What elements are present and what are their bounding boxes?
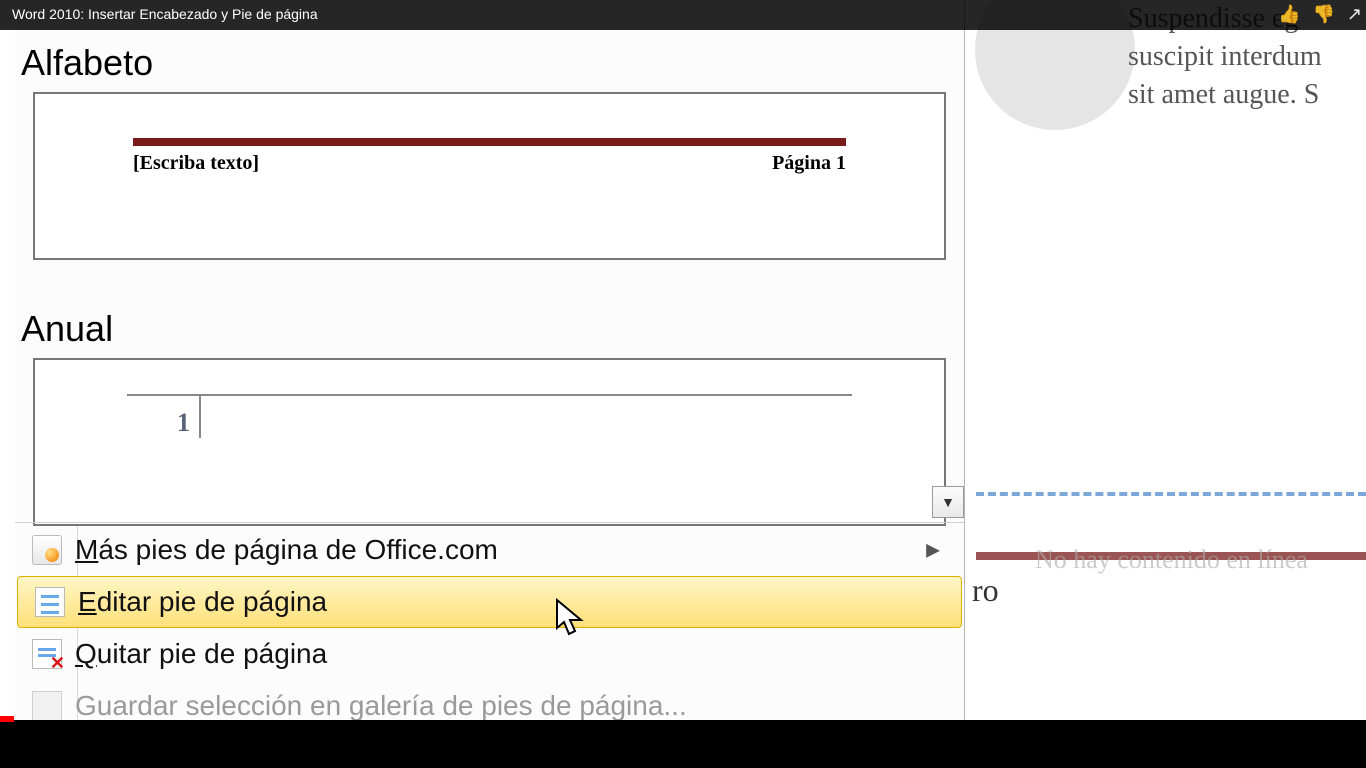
no-online-content-text: No hay contenido en línea xyxy=(1035,545,1308,575)
thumbs-up-icon[interactable]: 👍 xyxy=(1278,4,1300,25)
menu-save-to-gallery-label: Guardar selección en galería de pies de … xyxy=(75,690,687,720)
alfabeto-page-label: Página 1 xyxy=(772,152,846,175)
anual-divider xyxy=(199,394,201,438)
gallery-item-anual[interactable]: 1 xyxy=(33,358,946,526)
video-title-bar: Word 2010: Insertar Encabezado y Pie de … xyxy=(0,0,1366,30)
menu-remove-footer[interactable]: Quitar pie de página xyxy=(15,628,964,680)
menu-edit-footer[interactable]: Editar pie de página xyxy=(17,576,962,628)
remove-footer-icon xyxy=(32,639,62,669)
alfabeto-rule-line xyxy=(133,138,846,146)
thumbs-down-icon[interactable]: 👎 xyxy=(1312,4,1334,25)
video-title: Word 2010: Insertar Encabezado y Pie de … xyxy=(12,6,318,22)
edit-footer-icon xyxy=(35,587,65,617)
share-icon[interactable]: ↗ xyxy=(1347,4,1362,25)
anual-rule-line xyxy=(127,394,852,396)
menu-more-from-office[interactable]: Más pies de página de Office.com ▶ xyxy=(15,524,964,576)
menu-remove-footer-label: Quitar pie de página xyxy=(75,638,327,670)
footer-gallery-dropdown: Alfabeto [Escriba texto] Página 1 Anual … xyxy=(15,0,965,720)
submenu-arrow-icon: ▶ xyxy=(926,540,940,561)
menu-separator xyxy=(15,522,964,523)
footer-menu: Más pies de página de Office.com ▶ Edita… xyxy=(15,524,964,720)
gallery-item-title-anual: Anual xyxy=(15,260,964,358)
alfabeto-placeholder-text: [Escriba texto] xyxy=(133,152,259,175)
partial-text-ro: ro xyxy=(972,572,999,609)
video-progress-indicator[interactable] xyxy=(0,716,14,722)
save-gallery-icon xyxy=(32,691,62,720)
gallery-scroll-down-button[interactable]: ▼ xyxy=(932,486,964,518)
anual-page-number: 1 xyxy=(177,408,190,438)
menu-edit-footer-label: Editar pie de página xyxy=(78,586,327,618)
menu-save-to-gallery: Guardar selección en galería de pies de … xyxy=(15,680,964,720)
gallery-item-alfabeto[interactable]: [Escriba texto] Página 1 xyxy=(33,92,946,260)
footer-boundary-dashed xyxy=(976,492,1366,496)
menu-more-from-office-label: Más pies de página de Office.com xyxy=(75,534,498,566)
word-app-area: Suspendisse eg suscipit interdum sit ame… xyxy=(0,0,1366,720)
video-controls-bar[interactable] xyxy=(0,720,1366,768)
office-online-icon xyxy=(32,535,62,565)
video-action-bar: 👍 👎 ↗ xyxy=(1278,4,1362,25)
chevron-down-icon: ▼ xyxy=(941,494,955,510)
